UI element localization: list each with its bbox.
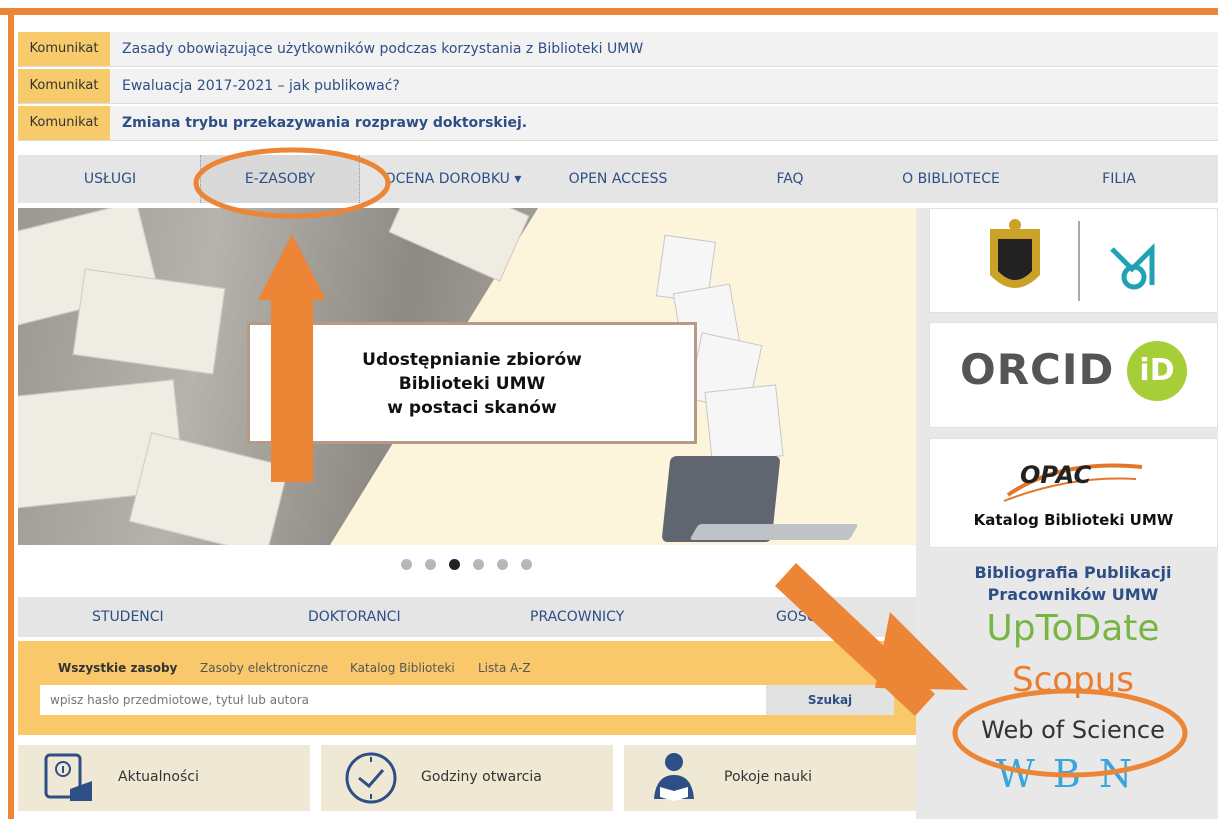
tile-pokoje[interactable]: Pokoje nauki — [624, 745, 916, 811]
hero-caption-line: Biblioteki UMW — [398, 374, 546, 394]
opac-caption: Katalog Biblioteki UMW — [973, 511, 1174, 529]
wbn-link[interactable]: WBN — [928, 752, 1218, 796]
notice-link[interactable]: Zmiana trybu przekazywania rozprawy dokt… — [122, 106, 527, 140]
search-button[interactable]: Szukaj — [766, 685, 894, 715]
tablet-news-icon — [44, 753, 92, 801]
notice-tag: Komunikat — [18, 106, 110, 140]
opac-wordmark: OPAC — [1020, 461, 1092, 489]
laptop-base — [689, 524, 859, 540]
slider-dot[interactable] — [449, 559, 460, 570]
search-tab-a-z[interactable]: Lista A-Z — [478, 661, 531, 675]
tile-aktualnosci[interactable]: Aktualności — [18, 745, 310, 811]
nav-uslugi[interactable]: USŁUGI — [70, 155, 150, 203]
orcid-id-icon: iD — [1127, 341, 1187, 401]
slider-dot[interactable] — [521, 559, 532, 570]
tile-label: Pokoje nauki — [724, 769, 812, 785]
nav-doktoranci[interactable]: DOKTORANCI — [308, 597, 401, 637]
notice-link[interactable]: Ewaluacja 2017-2021 – jak publikować? — [122, 69, 400, 103]
reader-icon — [654, 753, 694, 801]
notice-link[interactable]: Zasady obowiązujące użytkowników podczas… — [122, 32, 643, 66]
search-tab-electronic[interactable]: Zasoby elektroniczne — [200, 661, 328, 675]
umw-logo-link[interactable] — [929, 208, 1218, 313]
uptodate-link[interactable]: UpToDate — [928, 608, 1218, 649]
main-nav: USŁUGI E-ZASOBY OCENA DOROBKU ▾ OPEN ACC… — [18, 155, 1218, 203]
search-tab-catalog[interactable]: Katalog Biblioteki — [350, 661, 455, 675]
umw-logo-icon — [990, 219, 1155, 301]
bibliografia-link[interactable]: Bibliografia Publikacji Pracowników UMW — [928, 562, 1218, 606]
tile-godziny[interactable]: Godziny otwarcia — [321, 745, 613, 811]
slider-dot[interactable] — [473, 559, 484, 570]
hero-caption-inner: Udostępnianie zbiorów Biblioteki UMW w p… — [253, 328, 691, 438]
annotation-frame-left — [8, 8, 14, 819]
slider-dots — [401, 559, 541, 573]
slider-dot[interactable] — [425, 559, 436, 570]
notice-row[interactable]: Komunikat Zasady obowiązujące użytkownik… — [18, 32, 1218, 67]
hero-caption-box[interactable]: Udostępnianie zbiorów Biblioteki UMW w p… — [247, 322, 697, 444]
search-panel: Wszystkie zasoby Zasoby elektroniczne Ka… — [18, 641, 916, 735]
audience-nav: STUDENCI DOKTORANCI PRACOWNICY GOŚCIE — [18, 597, 916, 637]
paper-image — [704, 384, 784, 464]
clock-icon — [345, 752, 397, 804]
hero-slider[interactable]: Udostępnianie zbiorów Biblioteki UMW w p… — [18, 208, 916, 545]
notice-tag: Komunikat — [18, 69, 110, 103]
slider-dot[interactable] — [497, 559, 508, 570]
nav-e-zasoby[interactable]: E-ZASOBY — [200, 155, 360, 203]
nav-studenci[interactable]: STUDENCI — [92, 597, 164, 637]
hero-caption-line: Udostępnianie zbiorów — [362, 350, 582, 370]
web-of-science-link[interactable]: Web of Science — [928, 716, 1218, 744]
opac-link[interactable]: OPAC Katalog Biblioteki UMW — [929, 438, 1218, 548]
notice-tag: Komunikat — [18, 32, 110, 66]
orcid-link[interactable]: ORCID iD — [929, 322, 1218, 428]
notice-row[interactable]: Komunikat Zmiana trybu przekazywania roz… — [18, 106, 1218, 141]
tile-label: Godziny otwarcia — [421, 769, 542, 785]
nav-open-access[interactable]: OPEN ACCESS — [548, 155, 688, 203]
nav-faq[interactable]: FAQ — [760, 155, 820, 203]
orcid-wordmark: ORCID — [960, 345, 1115, 394]
nav-o-bibliotece[interactable]: O BIBLIOTECE — [886, 155, 1016, 203]
notice-row[interactable]: Komunikat Ewaluacja 2017-2021 – jak publ… — [18, 69, 1218, 104]
hero-caption-line: w postaci skanów — [387, 398, 557, 418]
nav-pracownicy[interactable]: PRACOWNICY — [530, 597, 624, 637]
slider-dot[interactable] — [401, 559, 412, 570]
search-input[interactable] — [40, 685, 766, 715]
tile-label: Aktualności — [118, 769, 199, 785]
annotation-frame-top — [0, 8, 1218, 15]
search-tab-all[interactable]: Wszystkie zasoby — [58, 661, 177, 675]
nav-goscie[interactable]: GOŚCIE — [776, 597, 830, 637]
nav-ocena-dorobku[interactable]: OCENA DOROBKU ▾ — [374, 155, 532, 203]
scopus-link[interactable]: Scopus — [928, 660, 1218, 700]
nav-filia[interactable]: FILIA — [1084, 155, 1154, 203]
